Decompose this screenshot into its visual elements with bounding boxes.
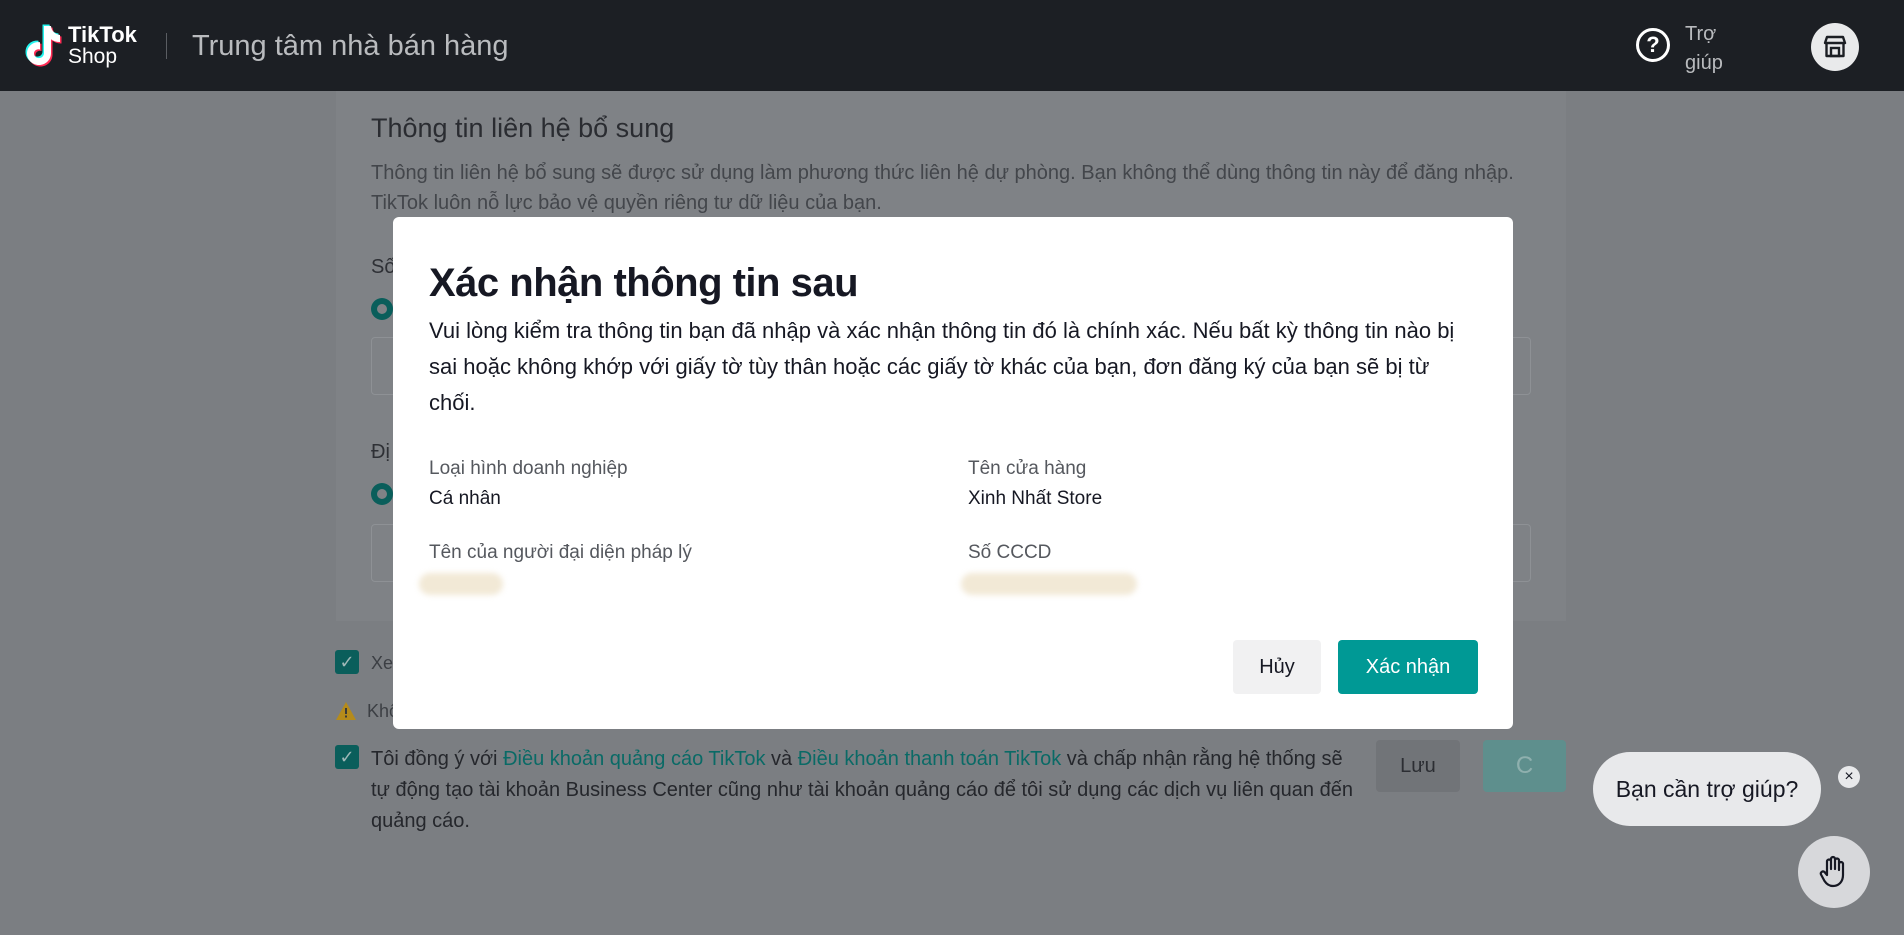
agree-checkbox[interactable]: ✓ — [335, 745, 359, 769]
terms-agreement-text: Tôi đồng ý với Điều khoản quảng cáo TikT… — [371, 744, 1361, 837]
header-divider — [166, 33, 167, 59]
legal-rep-name-label: Tên của người đại diện pháp lý — [429, 542, 692, 563]
review-checkbox[interactable]: ✓ — [335, 650, 359, 674]
store-name-value: Xinh Nhất Store — [968, 488, 1103, 509]
contact-section-title: Thông tin liên hệ bổ sung — [371, 113, 675, 143]
phone-label-fragment: Số — [371, 256, 396, 278]
help-question-icon[interactable]: ? — [1636, 28, 1670, 62]
tiktok-shop-logo[interactable]: TikTok Shop — [22, 22, 137, 70]
warning-icon — [336, 702, 356, 720]
help-chat-bubble[interactable]: Bạn cần trợ giúp? — [1593, 752, 1821, 826]
address-label-fragment: Đị — [371, 441, 390, 463]
payment-terms-link[interactable]: Điều khoản thanh toán TikTok — [798, 748, 1062, 770]
modal-title: Xác nhận thông tin sau — [429, 261, 859, 305]
confirm-info-modal: Xác nhận thông tin sau Vui lòng kiểm tra… — [393, 217, 1513, 729]
save-button[interactable]: Lưu — [1376, 740, 1460, 792]
brand-line-1: TikTok — [68, 22, 137, 47]
store-name-label: Tên cửa hàng — [968, 458, 1087, 479]
top-navigation-bar: TikTok Shop Trung tâm nhà bán hàng ? Trợ… — [0, 0, 1904, 91]
modal-description: Vui lòng kiểm tra thông tin bạn đã nhập … — [429, 318, 1455, 415]
ad-terms-link[interactable]: Điều khoản quảng cáo TikTok — [503, 748, 765, 770]
help-chat-button[interactable] — [1798, 836, 1870, 908]
agree-mid: và — [765, 748, 798, 770]
store-icon — [1823, 35, 1847, 58]
contact-section-description: Thông tin liên hệ bổ sung sẽ được sử dụn… — [371, 162, 1514, 214]
hand-wave-icon — [1819, 855, 1845, 888]
review-label-fragment: Xe — [371, 653, 394, 673]
help-link[interactable]: Trợ giúp — [1685, 20, 1745, 78]
id-number-label: Số CCCD — [968, 542, 1052, 563]
legal-rep-name-redacted — [419, 573, 503, 595]
cancel-button[interactable]: Hủy — [1233, 640, 1321, 694]
next-button[interactable]: C — [1483, 740, 1566, 792]
phone-radio[interactable] — [371, 298, 393, 320]
tiktok-logo-icon — [25, 24, 62, 67]
store-profile-button[interactable] — [1811, 23, 1859, 71]
close-icon[interactable]: × — [1838, 766, 1860, 788]
brand-line-2: Shop — [68, 45, 118, 68]
app-title: Trung tâm nhà bán hàng — [192, 30, 509, 62]
business-type-label: Loại hình doanh nghiệp — [429, 458, 628, 479]
brand-name: TikTok Shop — [68, 23, 137, 69]
business-type-value: Cá nhân — [429, 488, 501, 509]
agree-prefix: Tôi đồng ý với — [371, 748, 504, 770]
confirm-button[interactable]: Xác nhận — [1338, 640, 1478, 694]
id-number-redacted — [961, 573, 1137, 595]
address-radio[interactable] — [371, 483, 393, 505]
